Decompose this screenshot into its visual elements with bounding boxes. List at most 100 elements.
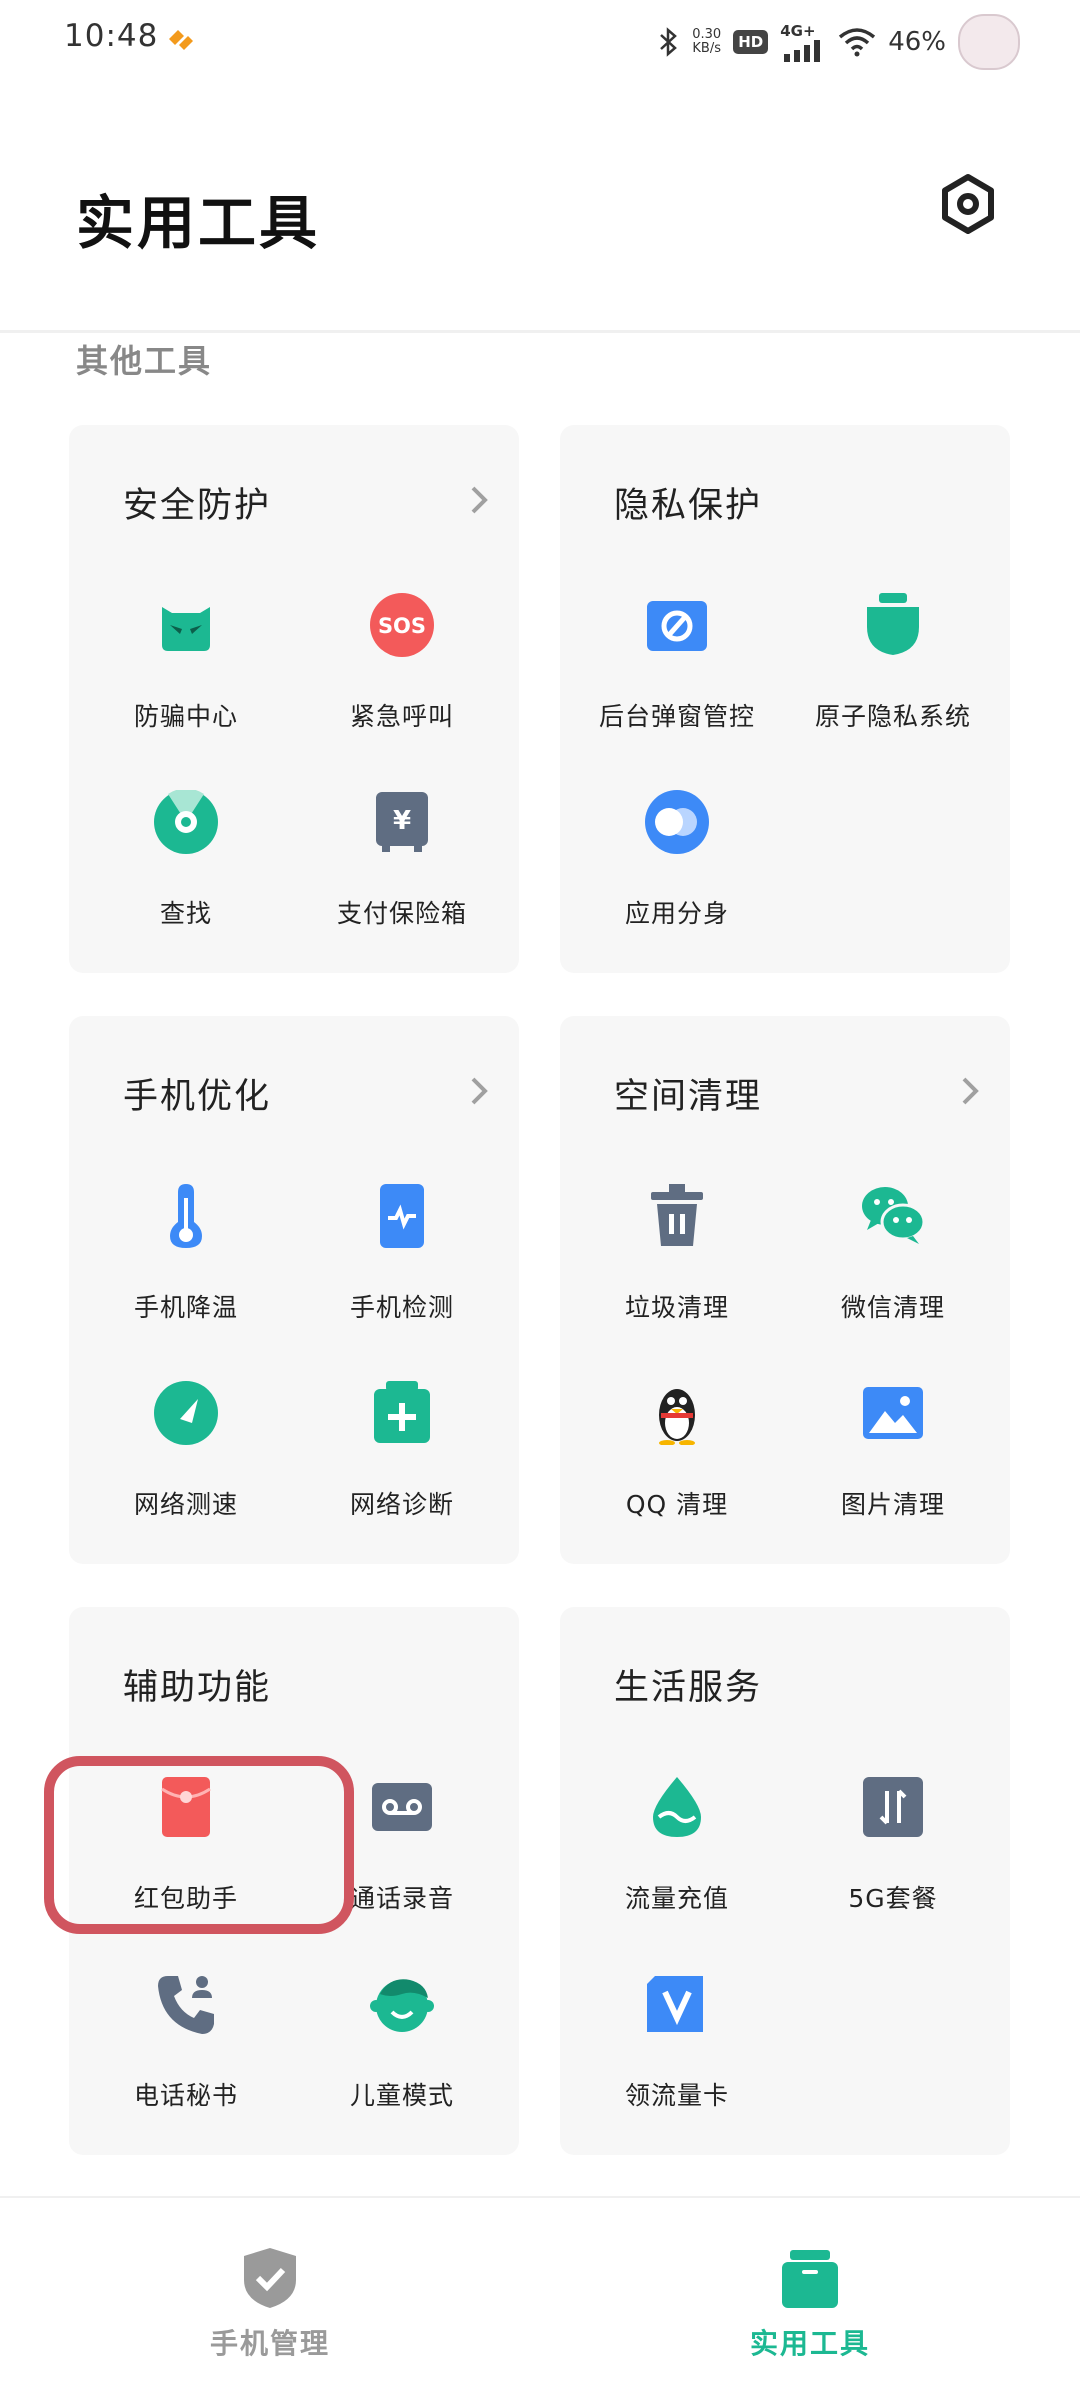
tool-label: 电话秘书 — [133, 2081, 238, 2110]
chevron-right-icon[interactable] — [956, 1074, 984, 1108]
tool-wechat-clean[interactable]: 微信清理 — [785, 1184, 1001, 1354]
svg-text:SOS: SOS — [378, 614, 426, 638]
safe-box-icon: ¥ — [376, 792, 428, 852]
find-radar-icon — [154, 790, 218, 854]
card-title: 生活服务 — [614, 1668, 763, 1708]
tool-atomic-privacy[interactable]: 原子隐私系统 — [785, 593, 1001, 763]
wechat-icon — [862, 1187, 925, 1244]
tool-phone-secretary[interactable]: 电话秘书 — [78, 1972, 294, 2142]
app-clone-icon — [645, 790, 709, 854]
bottom-nav: 手机管理 实用工具 — [0, 2196, 1080, 2402]
hd-badge: HD — [733, 30, 769, 54]
shield-check-icon — [244, 2248, 296, 2308]
chevron-right-icon[interactable] — [465, 1074, 493, 1108]
chevron-right-icon[interactable] — [465, 483, 493, 517]
tab-label: 实用工具 — [749, 2327, 870, 2360]
page-header: 实用工具 — [0, 84, 1080, 333]
network-speed: 0.30 KB/s — [692, 27, 722, 56]
speedometer-icon — [154, 1381, 218, 1445]
status-time: 10:48 — [64, 18, 159, 54]
tool-label: 儿童模式 — [349, 2081, 454, 2110]
card-title: 隐私保护 — [614, 486, 763, 526]
settings-icon[interactable] — [936, 172, 1000, 236]
tool-label: 垃圾清理 — [624, 1293, 729, 1322]
toolbox-icon — [782, 2250, 838, 2308]
tool-label: 网络诊断 — [349, 1490, 454, 1519]
data-drop-icon — [653, 1777, 701, 1837]
5g-plan-icon — [863, 1777, 923, 1837]
tool-label: 5G套餐 — [848, 1884, 938, 1913]
tool-speed-test[interactable]: 网络测速 — [78, 1381, 294, 1551]
first-aid-icon — [374, 1381, 430, 1443]
tool-data-topup[interactable]: 流量充值 — [569, 1775, 785, 1945]
tool-label: 原子隐私系统 — [814, 702, 971, 731]
phone-secretary-icon — [158, 1976, 214, 2034]
tool-find[interactable]: 查找 — [78, 790, 294, 960]
tool-label: QQ 清理 — [625, 1490, 729, 1519]
tool-data-card[interactable]: 领流量卡 — [569, 1972, 785, 2142]
tool-kid-mode[interactable]: 儿童模式 — [294, 1972, 510, 2142]
card-title[interactable]: 空间清理 — [614, 1068, 762, 1119]
trash-icon — [651, 1184, 703, 1246]
phone-check-icon — [380, 1184, 424, 1248]
tool-image-clean[interactable]: 图片清理 — [785, 1381, 1001, 1551]
tool-label: 防骗中心 — [133, 702, 238, 731]
tab-utility-tools[interactable]: 实用工具 — [690, 2246, 930, 2366]
tool-label: 查找 — [159, 899, 212, 928]
tool-label: 支付保险箱 — [336, 899, 467, 928]
svg-text:¥: ¥ — [393, 806, 411, 836]
tool-label: 流量充值 — [624, 1884, 729, 1913]
tab-label: 手机管理 — [209, 2327, 330, 2360]
signal-indicator: 4G+ — [780, 22, 826, 62]
tool-popup-control[interactable]: 后台弹窗管控 — [569, 593, 785, 763]
status-bar: 10:48 0.30 KB/s HD 4G+ 46% — [0, 0, 1080, 84]
tool-payment-safe[interactable]: ¥ 支付保险箱 — [294, 790, 510, 960]
block-popup-icon — [647, 601, 707, 651]
battery-level: 46% — [888, 27, 946, 57]
tool-phone-cooling[interactable]: 手机降温 — [78, 1184, 294, 1354]
kid-mode-icon — [370, 1979, 434, 2032]
tool-label: 手机降温 — [133, 1293, 238, 1322]
card-title[interactable]: 手机优化 — [123, 1068, 271, 1119]
sos-icon: SOS — [370, 593, 434, 657]
call-record-icon — [372, 1783, 432, 1831]
tool-label: 图片清理 — [840, 1490, 945, 1519]
card-privacy: 隐私保护 后台弹窗管控 原子隐私系统 应用分身 — [560, 425, 1010, 973]
card-title: 辅助功能 — [123, 1668, 272, 1708]
tool-label: 微信清理 — [840, 1293, 945, 1322]
tool-emergency-call[interactable]: SOS 紧急呼叫 — [294, 593, 510, 763]
tool-label: 应用分身 — [624, 899, 729, 928]
card-title[interactable]: 安全防护 — [123, 477, 271, 528]
tool-junk-clean[interactable]: 垃圾清理 — [569, 1184, 785, 1354]
shield-devil-icon — [162, 607, 210, 651]
page-title: 实用工具 — [76, 189, 321, 257]
image-icon — [863, 1387, 923, 1439]
tool-5g-plan[interactable]: 5G套餐 — [785, 1775, 1001, 1945]
tool-anti-fraud[interactable]: 防骗中心 — [78, 593, 294, 763]
tool-network-diagnose[interactable]: 网络诊断 — [294, 1381, 510, 1551]
tool-app-clone[interactable]: 应用分身 — [569, 790, 785, 960]
tool-label: 后台弹窗管控 — [598, 702, 755, 731]
card-life-services: 生活服务 流量充值 5G套餐 领流量卡 — [560, 1607, 1010, 2155]
tool-phone-check[interactable]: 手机检测 — [294, 1184, 510, 1354]
tool-label: 网络测速 — [133, 1490, 238, 1519]
avatar — [958, 14, 1020, 70]
thermometer-icon — [170, 1184, 202, 1248]
section-label: 其他工具 — [76, 342, 213, 380]
tool-label: 手机检测 — [349, 1293, 454, 1322]
card-storage-clean: 空间清理 垃圾清理 微信清理 QQ 清理 图片清理 — [560, 1016, 1010, 1564]
tool-qq-clean[interactable]: QQ 清理 — [569, 1381, 785, 1551]
tool-label: 紧急呼叫 — [349, 702, 454, 731]
card-phone-optimize: 手机优化 手机降温 手机检测 网络测速 网络诊断 — [69, 1016, 519, 1564]
privacy-system-icon — [867, 593, 919, 655]
card-security: 安全防护 防骗中心 SOS 紧急呼叫 查找 ¥ 支付保险箱 — [69, 425, 519, 973]
signal-type: 4G+ — [780, 22, 816, 40]
signal-bars-icon — [784, 40, 821, 62]
qq-penguin-icon — [659, 1389, 695, 1445]
app-notification-icon — [169, 30, 193, 50]
wifi-icon — [839, 28, 876, 57]
highlight-box — [44, 1756, 354, 1934]
v-card-icon — [647, 1976, 703, 2032]
bluetooth-icon — [660, 27, 678, 57]
tab-phone-management[interactable]: 手机管理 — [150, 2246, 390, 2366]
